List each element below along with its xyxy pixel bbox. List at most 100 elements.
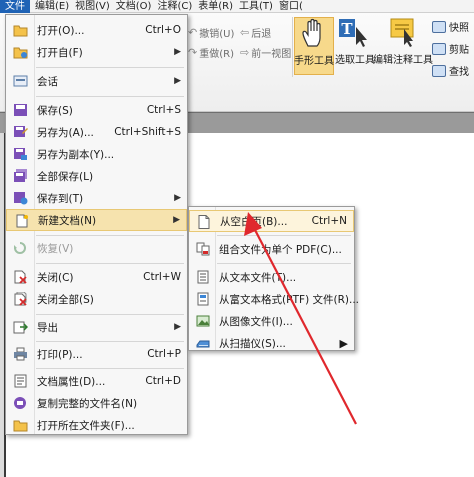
folder-from-icon <box>13 47 28 59</box>
submenu-item-label: 组合文件为单个 PDF(C)... <box>219 243 342 256</box>
menu-item-open-containing-folder[interactable]: 打开所在文件夹(F)... <box>6 414 187 436</box>
menu-window[interactable]: 窗口( <box>276 0 306 13</box>
menu-item-label: 恢复(V) <box>37 242 74 255</box>
file-menu-dropdown: 打开(O)... Ctrl+O 打开自(F) ▶ 会话 ▶ 保存(S) Ctrl… <box>5 14 188 435</box>
close-all-icon <box>14 292 27 306</box>
blank-page-icon <box>198 215 210 229</box>
menu-separator <box>217 235 351 236</box>
menu-item-close-all[interactable]: 关闭全部(S) <box>6 288 187 310</box>
menu-item-new-document[interactable]: 新建文档(N) ▶ <box>6 209 187 231</box>
menu-item-save-copy[interactable]: 另存为副本(Y)... <box>6 143 187 165</box>
back-button[interactable]: ⇦ 后退 <box>240 25 271 40</box>
shortcut-label: Ctrl+N <box>311 215 347 227</box>
menu-item-open[interactable]: 打开(O)... Ctrl+O <box>6 19 187 41</box>
menu-item-save-all[interactable]: 全部保存(L) <box>6 165 187 187</box>
find-icon <box>432 64 446 77</box>
menu-item-save[interactable]: 保存(S) Ctrl+S <box>6 99 187 121</box>
menu-edit[interactable]: 编辑(E) <box>32 0 72 13</box>
submenu-arrow-icon: ▶ <box>339 336 348 350</box>
menu-item-revert[interactable]: 恢复(V) <box>6 237 187 259</box>
shortcut-label: Ctrl+D <box>145 375 181 387</box>
submenu-item-label: 从空白页(B)... <box>220 215 288 228</box>
menu-item-open-from[interactable]: 打开自(F) ▶ <box>6 41 187 63</box>
submenu-item-label: 从文本文件(T)... <box>219 271 297 284</box>
menu-item-document-properties[interactable]: 文档属性(D)... Ctrl+D <box>6 370 187 392</box>
menu-form[interactable]: 表单(R) <box>195 0 236 13</box>
clipboard-button[interactable]: 剪贴 <box>432 41 469 56</box>
submenu-item-blank-page[interactable]: 从空白页(B)... Ctrl+N <box>189 210 354 232</box>
menu-item-label: 保存到(T) <box>37 192 84 205</box>
submenu-item-combine[interactable]: 组合文件为单个 PDF(C)... <box>189 238 354 260</box>
menu-item-label: 关闭(C) <box>37 271 74 284</box>
menu-item-label: 打开所在文件夹(F)... <box>37 419 135 432</box>
edit-annotation-tool-button[interactable]: 编辑注释工具 <box>373 17 433 67</box>
menu-item-label: 新建文档(N) <box>38 214 97 227</box>
redo-icon: ↷ <box>188 46 198 59</box>
submenu-item-rtf-file[interactable]: 从富文本格式(RTF) 文件(R)... <box>189 288 359 310</box>
save-icon <box>14 104 27 116</box>
menu-item-label: 保存(S) <box>37 104 73 117</box>
menu-separator <box>36 67 184 68</box>
submenu-item-label: 从扫描仪(S)... <box>219 337 286 350</box>
image-file-icon <box>196 315 210 327</box>
clipboard-label: 剪贴 <box>449 45 469 56</box>
camera-icon <box>432 20 446 33</box>
menu-bar: 文件 编辑(E) 视图(V) 文档(O) 注释(C) 表单(R) 工具(T) 窗… <box>0 0 474 13</box>
copy-filename-icon <box>14 397 26 409</box>
svg-text:T: T <box>341 20 353 38</box>
forward-view-button[interactable]: ⇨ 前一视图 <box>240 45 291 60</box>
properties-icon <box>14 374 27 388</box>
menu-document[interactable]: 文档(O) <box>113 0 155 13</box>
hand-tool-button[interactable]: 手形工具 <box>294 17 334 75</box>
save-to-icon <box>14 192 28 205</box>
menu-separator <box>36 235 184 236</box>
submenu-item-label: 从富文本格式(RTF) 文件(R)... <box>219 293 360 306</box>
ribbon-right-column: 快照 剪贴 查找 <box>432 19 469 78</box>
submenu-item-scanner[interactable]: 从扫描仪(S)... ▶ <box>189 332 354 354</box>
menu-item-save-as[interactable]: 另存为(A)... Ctrl+Shift+S <box>6 121 187 143</box>
back-label: 后退 <box>251 29 272 40</box>
menu-view[interactable]: 视图(V) <box>72 0 113 13</box>
redo-button[interactable]: ↷ 重做(R) <box>188 45 234 60</box>
combine-icon <box>196 242 210 256</box>
session-icon <box>13 75 28 87</box>
undo-label: 撤销(U) <box>199 29 235 40</box>
submenu-arrow-icon: ▶ <box>174 322 181 332</box>
submenu-item-label: 从图像文件(I)... <box>219 315 293 328</box>
undo-button[interactable]: ↶ 撤销(U) <box>188 25 234 40</box>
select-tool-button[interactable]: T 选取工具 <box>335 17 375 67</box>
menu-comment[interactable]: 注释(C) <box>154 0 195 13</box>
snapshot-button[interactable]: 快照 <box>432 19 469 34</box>
menu-separator <box>36 368 184 369</box>
export-icon <box>13 321 28 334</box>
shortcut-label: Ctrl+S <box>146 104 181 116</box>
menu-separator <box>36 96 184 97</box>
menu-item-print[interactable]: 打印(P)... Ctrl+P <box>6 343 187 365</box>
menu-item-export[interactable]: 导出 ▶ <box>6 316 187 338</box>
shortcut-label: Ctrl+P <box>147 348 181 360</box>
menu-item-label: 另存为(A)... <box>37 126 94 139</box>
scanner-icon <box>196 340 210 348</box>
save-as-icon <box>14 126 28 137</box>
submenu-item-image-file[interactable]: 从图像文件(I)... <box>189 310 354 332</box>
menu-item-save-to[interactable]: 保存到(T) ▶ <box>6 187 187 209</box>
submenu-arrow-icon: ▶ <box>173 215 180 225</box>
submenu-item-text-file[interactable]: 从文本文件(T)... <box>189 266 354 288</box>
forward-arrow-icon: ⇨ <box>240 46 250 59</box>
menu-item-label: 导出 <box>37 321 58 334</box>
menu-item-close[interactable]: 关闭(C) Ctrl+W <box>6 266 187 288</box>
menu-item-session[interactable]: 会话 ▶ <box>6 70 187 92</box>
menu-tools[interactable]: 工具(T) <box>236 0 276 13</box>
find-button[interactable]: 查找 <box>432 63 469 78</box>
menu-separator <box>217 263 351 264</box>
menu-file[interactable]: 文件 <box>0 0 30 13</box>
select-text-icon: T <box>339 19 367 47</box>
menu-item-copy-filename[interactable]: 复制完整的文件名(N) <box>6 392 187 414</box>
menu-item-label: 会话 <box>37 75 58 88</box>
save-all-icon <box>14 169 27 182</box>
snapshot-label: 快照 <box>449 23 469 34</box>
undo-icon: ↶ <box>188 26 198 39</box>
rtf-file-icon <box>197 292 209 306</box>
submenu-arrow-icon: ▶ <box>174 47 181 57</box>
shortcut-label: Ctrl+W <box>143 271 181 283</box>
